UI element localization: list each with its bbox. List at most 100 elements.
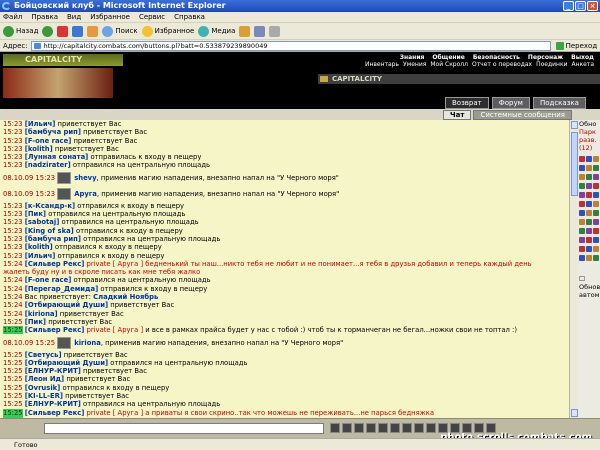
maximize-button[interactable]: □ bbox=[575, 1, 586, 11]
chat-scrollbar[interactable] bbox=[569, 120, 578, 418]
refresh-icon[interactable] bbox=[72, 25, 84, 37]
online-user[interactable] bbox=[578, 200, 600, 209]
chat-text[interactable]: [King of ska] bbox=[25, 227, 74, 235]
chat-tool-icon[interactable] bbox=[402, 423, 412, 433]
online-user[interactable] bbox=[578, 155, 600, 164]
chat-text[interactable]: [Лунная соната] bbox=[25, 153, 89, 161]
close-button[interactable]: × bbox=[587, 1, 598, 11]
top-link[interactable]: Выход bbox=[571, 54, 594, 61]
chat-text[interactable]: shevy bbox=[74, 174, 96, 182]
online-user[interactable] bbox=[578, 218, 600, 227]
menu-item[interactable]: Файл bbox=[3, 12, 22, 22]
sub-link[interactable]: Отчет о переводах bbox=[472, 61, 532, 68]
chat-text[interactable]: [Сильвер Рекс] bbox=[25, 409, 85, 417]
online-user[interactable] bbox=[578, 245, 600, 254]
auto-refresh-checkbox[interactable]: ☐ bbox=[578, 275, 600, 283]
chat-text[interactable]: [F-one race] bbox=[25, 137, 72, 145]
nav-button[interactable]: Форум bbox=[491, 97, 530, 109]
sub-link[interactable]: Анкета bbox=[571, 61, 594, 68]
chat-text[interactable]: [Сильвер Рекс] bbox=[25, 260, 85, 268]
sub-link[interactable]: Поединки bbox=[536, 61, 567, 68]
chat-tool-icon[interactable] bbox=[414, 423, 424, 433]
chat-text[interactable]: [Сильвер Рекс] bbox=[25, 326, 85, 334]
chat-line: 15:23 [nadzirater] отправился на централ… bbox=[3, 161, 569, 169]
go-button[interactable]: Переход bbox=[555, 40, 597, 52]
minimize-button[interactable]: _ bbox=[563, 1, 574, 11]
top-link[interactable]: Персонаж bbox=[528, 54, 563, 61]
top-link[interactable]: Знания bbox=[400, 54, 425, 61]
menu-item[interactable]: Сервис bbox=[139, 12, 165, 22]
chat-tool-icon[interactable] bbox=[354, 423, 364, 433]
menu-item[interactable]: Избранное bbox=[90, 12, 130, 22]
print-icon[interactable] bbox=[269, 25, 281, 37]
chat-text[interactable]: [бамбуча рип] bbox=[25, 235, 81, 243]
sub-link[interactable]: Умения bbox=[403, 61, 426, 68]
chat-text[interactable]: [Ильич] bbox=[25, 120, 56, 128]
top-link[interactable]: Общение bbox=[432, 54, 464, 61]
chat-text[interactable]: [kolith] bbox=[25, 145, 53, 153]
history-icon[interactable] bbox=[239, 25, 251, 37]
chat-text[interactable]: [Пик] bbox=[25, 318, 46, 326]
chat-text[interactable]: [Перегар_Демида] bbox=[25, 285, 98, 293]
chat-tab[interactable]: Системные сообщения bbox=[473, 110, 572, 120]
forward-arrow-icon[interactable] bbox=[42, 25, 54, 37]
online-user[interactable] bbox=[578, 191, 600, 200]
chat-text[interactable]: Аруга bbox=[74, 190, 97, 198]
chat-text[interactable]: [KI-LL-ER] bbox=[25, 392, 63, 400]
chat-text[interactable]: Сладкий Ноябрь bbox=[93, 293, 158, 301]
nav-button[interactable]: Возврат bbox=[445, 97, 489, 109]
chat-text[interactable]: kiriona bbox=[74, 339, 101, 347]
chat-text[interactable]: [ЕЛНУР-КРИТ] bbox=[25, 400, 81, 408]
address-input[interactable]: http://capitalcity.combats.com/buttons.p… bbox=[30, 40, 551, 51]
menu-item[interactable]: Справка bbox=[174, 12, 205, 22]
chat-input[interactable] bbox=[44, 423, 324, 434]
chat-text[interactable]: [Отбирающий Души] bbox=[25, 301, 108, 309]
chat-tab[interactable]: Чат bbox=[443, 110, 472, 120]
chat-tool-icon[interactable] bbox=[342, 423, 352, 433]
chat-text[interactable]: [ЕЛНУР-КРИТ] bbox=[25, 367, 81, 375]
chat-text[interactable]: [Ильич] bbox=[25, 252, 56, 260]
chat-text[interactable]: [бамбуча рип] bbox=[25, 128, 81, 136]
search-button[interactable]: Поиск bbox=[102, 24, 138, 38]
refresh-label[interactable]: Обно bbox=[578, 120, 600, 128]
top-link[interactable]: Безопасность bbox=[473, 54, 520, 61]
chat-text[interactable]: [kiriona] bbox=[25, 310, 58, 318]
mail-icon[interactable] bbox=[254, 25, 266, 37]
media-button[interactable]: Медиа bbox=[198, 24, 235, 38]
chat-text[interactable]: [kolith] bbox=[25, 243, 53, 251]
scroll-down-arrow[interactable] bbox=[571, 409, 578, 417]
chat-text[interactable]: [F-one race] bbox=[25, 276, 72, 284]
chat-text[interactable]: [sabotaj] bbox=[25, 218, 60, 226]
chat-tool-icon[interactable] bbox=[390, 423, 400, 433]
chat-text[interactable]: [Пик] bbox=[25, 210, 46, 218]
online-user[interactable] bbox=[578, 164, 600, 173]
scroll-thumb[interactable] bbox=[571, 132, 578, 196]
sub-link[interactable]: Мой Скролл bbox=[430, 61, 468, 68]
chat-text: приветствует Вас bbox=[64, 375, 131, 384]
favorites-button[interactable]: Избранное bbox=[141, 24, 194, 38]
online-user[interactable] bbox=[578, 173, 600, 182]
chat-text[interactable]: [Светусь] bbox=[25, 351, 62, 359]
chat-tool-icon[interactable] bbox=[378, 423, 388, 433]
chat-text[interactable]: [nadzirater] bbox=[25, 161, 71, 169]
menu-item[interactable]: Вид bbox=[67, 12, 81, 22]
stop-icon[interactable] bbox=[57, 25, 69, 37]
chat-tool-icon[interactable] bbox=[366, 423, 376, 433]
back-button[interactable]: Назад bbox=[3, 24, 38, 38]
online-user[interactable] bbox=[578, 209, 600, 218]
scroll-up-arrow[interactable] bbox=[571, 121, 578, 129]
online-user[interactable] bbox=[578, 236, 600, 245]
online-user[interactable] bbox=[578, 254, 600, 263]
nav-button[interactable]: Подсказка bbox=[532, 97, 586, 109]
chat-text[interactable]: [Ovrusik] bbox=[25, 384, 61, 392]
chat-text[interactable]: [к-Ксандр-к] bbox=[25, 202, 75, 210]
chat-text[interactable]: [Леон Ид] bbox=[25, 375, 64, 383]
chat-tool-icon[interactable] bbox=[426, 423, 436, 433]
home-icon[interactable] bbox=[87, 25, 99, 37]
chat-text[interactable]: [Отбирающий Души] bbox=[25, 359, 108, 367]
menu-item[interactable]: Правка bbox=[31, 12, 58, 22]
online-user[interactable] bbox=[578, 227, 600, 236]
chat-tool-icon[interactable] bbox=[330, 423, 340, 433]
sub-link[interactable]: Инвентарь bbox=[365, 61, 399, 68]
online-user[interactable] bbox=[578, 182, 600, 191]
